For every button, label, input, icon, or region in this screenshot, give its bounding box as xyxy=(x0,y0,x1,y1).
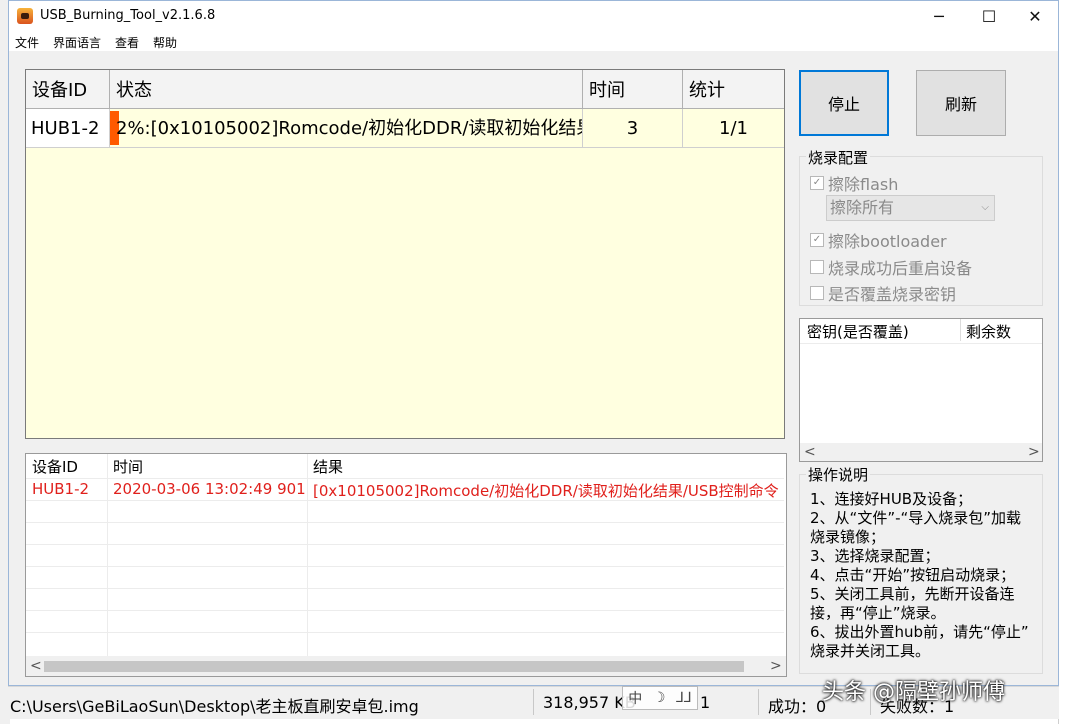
keys-header-key[interactable]: 密钥(是否覆盖) xyxy=(807,321,909,342)
keys-column-divider xyxy=(960,319,961,341)
header-time[interactable]: 时间 xyxy=(583,70,683,108)
device-row[interactable]: HUB1-2 2%:[0x10105002]Romcode/初始化DDR/读取初… xyxy=(26,109,784,148)
log-device-id: HUB1-2 xyxy=(32,480,90,498)
maximize-button[interactable]: ☐ xyxy=(966,1,1012,32)
log-row-divider xyxy=(26,478,784,479)
instruction-line: 3、选择烧录配置； xyxy=(810,547,940,565)
erase-flash-label: 擦除flash xyxy=(828,175,899,194)
chevron-down-icon: ⌵ xyxy=(981,202,989,213)
menu-view[interactable]: 查看 xyxy=(115,34,139,51)
log-result: [0x10105002]Romcode/初始化DDR/读取初始化结果/USB控制… xyxy=(313,482,779,500)
scrollbar-thumb[interactable] xyxy=(44,661,744,672)
erase-bootloader-label: 擦除bootloader xyxy=(828,232,947,251)
instruction-line: 5、关闭工具前，先断开设备连 xyxy=(810,585,1015,603)
menu-help[interactable]: 帮助 xyxy=(153,34,177,51)
overwrite-key-label: 是否覆盖烧录密钥 xyxy=(828,285,957,304)
instruction-line: 4、点击“开始”按钮启动烧录； xyxy=(810,566,1016,584)
instruction-line: 接，再“停止”烧录。 xyxy=(810,604,946,622)
scroll-right-arrow[interactable]: > xyxy=(1028,444,1040,460)
header-stat[interactable]: 统计 xyxy=(683,70,784,108)
log-row-divider xyxy=(26,610,784,611)
log-row-divider xyxy=(26,566,784,567)
stop-button[interactable]: 停止 xyxy=(799,70,889,136)
device-grid-header: 设备ID 状态 时间 统计 xyxy=(26,70,784,109)
minimize-button[interactable]: ─ xyxy=(916,1,962,32)
header-status[interactable]: 状态 xyxy=(110,70,583,108)
menu-file[interactable]: 文件 xyxy=(15,34,39,51)
app-icon xyxy=(17,8,33,24)
log-header-device-id[interactable]: 设备ID xyxy=(26,456,108,476)
erase-bootloader-option[interactable]: ✓ 擦除bootloader xyxy=(810,228,947,252)
keys-table[interactable]: 密钥(是否覆盖) 剩余数 < > xyxy=(799,318,1043,462)
erase-flash-checkbox[interactable]: ✓ xyxy=(810,176,824,190)
erase-flash-option[interactable]: ✓ 擦除flash xyxy=(810,171,898,195)
status-success: 成功：0 xyxy=(768,697,827,716)
scroll-left-arrow[interactable]: < xyxy=(30,658,42,674)
status-separator xyxy=(758,689,759,715)
status-separator xyxy=(533,689,534,715)
instruction-line: 烧录镜像； xyxy=(810,528,886,546)
log-row-divider xyxy=(26,544,784,545)
log-header-result[interactable]: 结果 xyxy=(307,456,777,476)
scroll-right-arrow[interactable]: > xyxy=(770,658,782,674)
log-row-divider xyxy=(26,588,784,589)
reboot-after-label: 烧录成功后重启设备 xyxy=(828,259,973,278)
stat-cell: 1/1 xyxy=(719,118,748,139)
overwrite-key-option[interactable]: 是否覆盖烧录密钥 xyxy=(810,281,956,305)
log-header-time[interactable]: 时间 xyxy=(107,456,307,476)
instruction-line: 烧录并关闭工具。 xyxy=(810,642,931,660)
ime-chinese-mode[interactable]: 中 xyxy=(628,688,642,708)
status-file-path: C:\Users\GeBiLaoSun\Desktop\老主板直刷安卓包.img xyxy=(10,697,419,716)
device-id-cell: HUB1-2 xyxy=(26,109,110,147)
log-time: 2020-03-06 13:02:49 901 xyxy=(113,480,306,498)
refresh-button[interactable]: 刷新 xyxy=(916,70,1006,136)
window-title: USB_Burning_Tool_v2.1.6.8 xyxy=(40,8,216,23)
log-table[interactable]: 设备ID 时间 结果 HUB1-2 2020-03-06 13:02:49 90… xyxy=(25,453,787,677)
app-window: USB_Burning_Tool_v2.1.6.8 ─ ☐ ✕ 文件 界面语言 … xyxy=(8,0,1059,686)
time-cell: 3 xyxy=(583,109,683,147)
status-count: 1 xyxy=(700,693,711,712)
log-horizontal-scrollbar[interactable]: < > xyxy=(26,656,786,676)
device-grid[interactable]: 设备ID 状态 时间 统计 HUB1-2 2%:[0x10105002]Romc… xyxy=(25,69,785,439)
instruction-line: 2、从“文件”-“导入烧录包”加载 xyxy=(810,509,1022,527)
ime-punctuation[interactable]: ⅃⅃ xyxy=(676,690,692,706)
title-bar[interactable]: USB_Burning_Tool_v2.1.6.8 ─ ☐ ✕ xyxy=(9,1,1058,32)
erase-bootloader-checkbox[interactable]: ✓ xyxy=(810,233,824,247)
watermark: 头条 @隔壁孙师傅 xyxy=(822,680,1005,705)
keys-header-remaining[interactable]: 剩余数 xyxy=(966,321,1011,342)
instructions-title: 操作说明 xyxy=(806,464,871,485)
log-row-divider xyxy=(26,632,784,633)
menu-language[interactable]: 界面语言 xyxy=(53,34,101,51)
menu-bar: 文件 界面语言 查看 帮助 xyxy=(9,32,1058,51)
keys-horizontal-scrollbar[interactable]: < > xyxy=(800,443,1042,461)
status-cell: 2%:[0x10105002]Romcode/初始化DDR/读取初始化结果/ xyxy=(110,109,583,147)
header-device-id[interactable]: 设备ID xyxy=(26,70,110,108)
burn-config-title: 烧录配置 xyxy=(806,147,871,168)
erase-mode-select[interactable]: 擦除所有 ⌵ xyxy=(826,195,995,221)
status-text: 2%:[0x10105002]Romcode/初始化DDR/读取初始化结果/ xyxy=(116,118,583,139)
ime-toolbar[interactable]: 中 ☽ ⅃⅃ xyxy=(622,686,698,710)
overwrite-key-checkbox[interactable] xyxy=(810,286,824,300)
keys-header-divider xyxy=(800,343,1042,344)
erase-mode-value: 擦除所有 xyxy=(830,198,895,217)
log-row-divider xyxy=(26,522,784,523)
close-button[interactable]: ✕ xyxy=(1012,1,1058,32)
scroll-left-arrow[interactable]: < xyxy=(804,444,816,460)
moon-icon[interactable]: ☽ xyxy=(653,690,666,706)
reboot-after-option[interactable]: 烧录成功后重启设备 xyxy=(810,255,972,279)
reboot-after-checkbox[interactable] xyxy=(810,260,824,274)
instruction-line: 6、拔出外置hub前，请先“停止” xyxy=(810,623,1029,641)
instruction-line: 1、连接好HUB及设备； xyxy=(810,490,973,508)
desktop-background-right xyxy=(1058,0,1067,724)
